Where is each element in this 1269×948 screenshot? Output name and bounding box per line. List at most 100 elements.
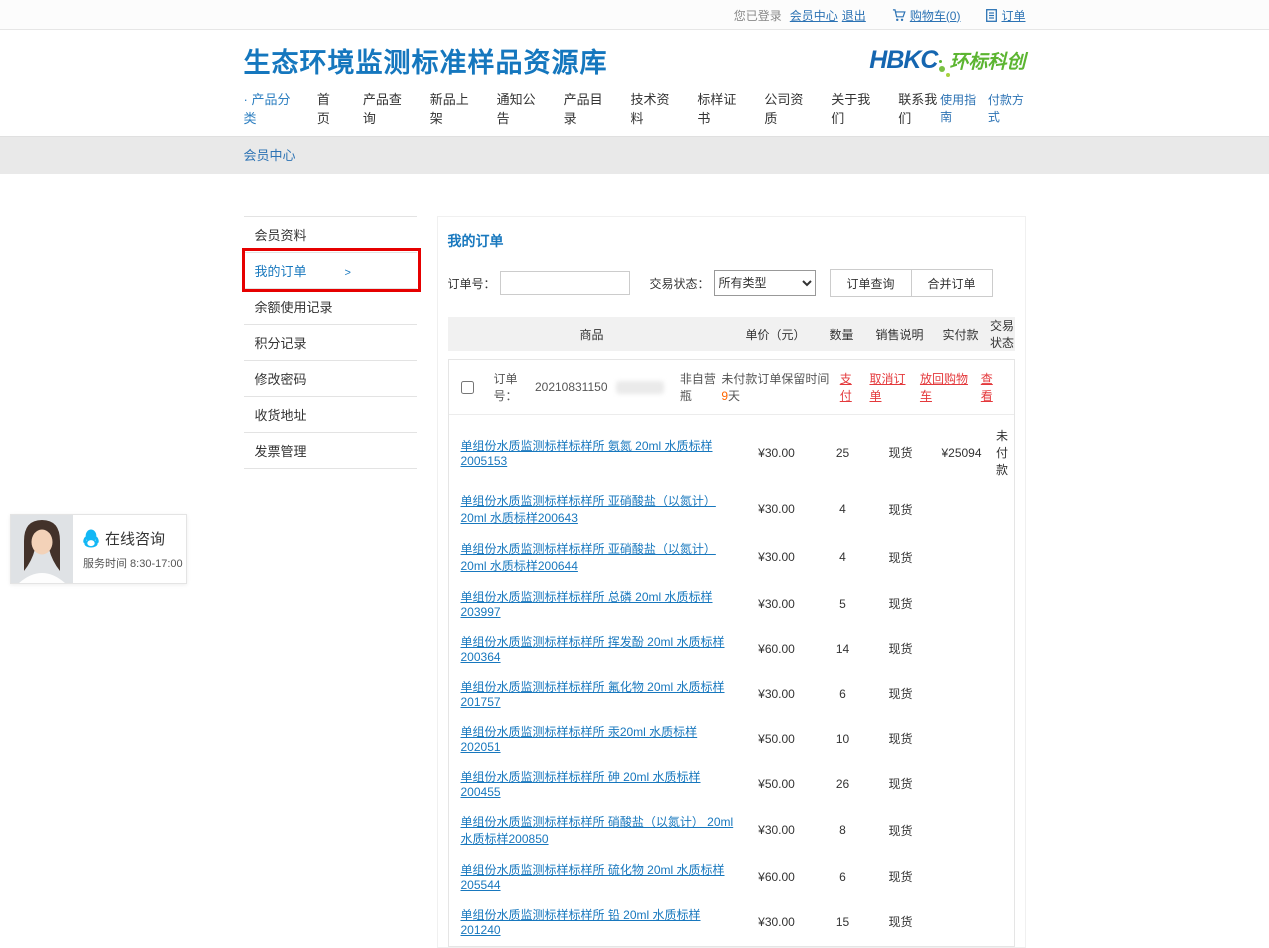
qq-penguin-icon xyxy=(83,529,99,548)
quantity-cell: 6 xyxy=(817,687,869,701)
quantity-cell: 10 xyxy=(817,732,869,746)
sale-note-cell: 现货 xyxy=(869,868,933,885)
unit-price-cell: ¥30.00 xyxy=(737,446,817,460)
col-header-unit-price: 单价（元） xyxy=(736,326,816,343)
product-link[interactable]: 单组份水质监测标样标样所 硝酸盐（以氮计） 20ml 水质标样200850 xyxy=(461,815,734,846)
logout-link[interactable]: 退出 xyxy=(842,7,866,24)
nav-item-technical-docs[interactable]: 技术资料 xyxy=(631,89,673,127)
quantity-cell: 8 xyxy=(817,823,869,837)
nav-link-user-guide[interactable]: 使用指南 xyxy=(940,91,978,125)
unit-price-cell: ¥50.00 xyxy=(737,732,817,746)
product-link[interactable]: 单组份水质监测标样标样所 挥发酚 20ml 水质标样200364 xyxy=(461,635,725,664)
brand-logo: HBKC 环标科创 xyxy=(869,46,1025,75)
nav-item-product-search[interactable]: 产品查询 xyxy=(363,89,405,127)
merge-orders-button[interactable]: 合并订单 xyxy=(911,269,993,297)
sidebar-item-member-profile[interactable]: 会员资料 xyxy=(244,217,417,253)
sidebar-item-change-password[interactable]: 修改密码 xyxy=(244,361,417,397)
order-no-label: 订单号： xyxy=(448,275,496,292)
sale-note-cell: 现货 xyxy=(869,549,933,566)
col-header-sale-note: 销售说明 xyxy=(868,326,932,343)
order-header-row: 订单号： 20210831150 非自营瓶 未付款订单保留时间9天 支付 取消订… xyxy=(449,360,1014,415)
unit-price-cell: ¥30.00 xyxy=(737,823,817,837)
pay-link[interactable]: 支付 xyxy=(840,370,861,404)
online-consult-widget[interactable]: 在线咨询 服务时间 8:30-17:00 xyxy=(10,514,187,584)
logged-in-text: 您已登录 xyxy=(734,7,782,24)
sale-note-cell: 现货 xyxy=(869,595,933,612)
order-items-list: 单组份水质监测标样标样所 氨氮 20ml 水质标样2005153 ¥30.00 … xyxy=(449,415,1014,946)
order-checkbox[interactable] xyxy=(461,381,474,394)
consult-label: 在线咨询 xyxy=(105,528,165,549)
page-title: 我的订单 xyxy=(448,231,1015,251)
order-item-row: 单组份水质监测标样标样所 挥发酚 20ml 水质标样200364 ¥60.00 … xyxy=(449,626,1014,671)
sidebar-item-shipping-address[interactable]: 收货地址 xyxy=(244,397,417,433)
topbar: 您已登录 会员中心退出 购物车(0) 订单 xyxy=(0,0,1269,30)
product-link[interactable]: 单组份水质监测标样标样所 亚硝酸盐（以氮计） 20ml 水质标样200644 xyxy=(461,542,716,573)
view-order-link[interactable]: 查看 xyxy=(981,370,1002,404)
nav-item-product-category[interactable]: · 产品分类 xyxy=(244,89,292,127)
sidebar-item-points-records[interactable]: 积分记录 xyxy=(244,325,417,361)
unit-price-cell: ¥30.00 xyxy=(737,502,817,516)
nav-link-payment-methods[interactable]: 付款方式 xyxy=(988,91,1026,125)
product-link[interactable]: 单组份水质监测标样标样所 砷 20ml 水质标样200455 xyxy=(461,770,701,799)
order-icon xyxy=(986,9,997,22)
nav-item-home[interactable]: 首页 xyxy=(317,89,338,127)
nav-item-certificates[interactable]: 标样证书 xyxy=(697,89,739,127)
order-number-label: 订单号： xyxy=(494,370,535,404)
nav-item-about-us[interactable]: 关于我们 xyxy=(831,89,873,127)
trade-status-cell: 未付款 xyxy=(991,427,1014,478)
paid-amount-cell: ¥25094 xyxy=(933,446,991,460)
breadcrumb-band: 会员中心 xyxy=(0,136,1269,174)
agent-avatar xyxy=(11,515,73,583)
quantity-cell: 26 xyxy=(817,777,869,791)
product-link[interactable]: 单组份水质监测标样标样所 氟化物 20ml 水质标样201757 xyxy=(461,680,725,709)
unit-price-cell: ¥60.00 xyxy=(737,642,817,656)
chevron-right-icon: > xyxy=(345,267,351,279)
unit-price-cell: ¥60.00 xyxy=(737,870,817,884)
sidebar-item-invoice-management[interactable]: 发票管理 xyxy=(244,433,417,469)
product-link[interactable]: 单组份水质监测标样标样所 硫化物 20ml 水质标样205544 xyxy=(461,863,725,892)
nav-item-company-qualifications[interactable]: 公司资质 xyxy=(764,89,806,127)
order-no-input[interactable] xyxy=(500,271,630,295)
product-link[interactable]: 单组份水质监测标样标样所 铅 20ml 水质标样201240 xyxy=(461,908,701,937)
sale-note-cell: 现货 xyxy=(869,822,933,839)
product-link[interactable]: 单组份水质监测标样标样所 总磷 20ml 水质标样203997 xyxy=(461,590,713,619)
order-query-button[interactable]: 订单查询 xyxy=(830,269,912,297)
quantity-cell: 14 xyxy=(817,642,869,656)
nav-item-new-arrivals[interactable]: 新品上架 xyxy=(430,89,472,127)
col-header-paid-amount: 实付款 xyxy=(932,326,990,343)
brand-hbkc-text: HBKC xyxy=(869,46,937,75)
nav-item-product-catalog[interactable]: 产品目录 xyxy=(564,89,606,127)
order-item-row: 单组份水质监测标样标样所 亚硝酸盐（以氮计） 20ml 水质标样200644 ¥… xyxy=(449,533,1014,581)
quantity-cell: 4 xyxy=(817,502,869,516)
trade-status-label: 交易状态： xyxy=(650,275,710,292)
order-item-row: 单组份水质监测标样标样所 总磷 20ml 水质标样203997 ¥30.00 5… xyxy=(449,581,1014,626)
order-item-row: 单组份水质监测标样标样所 砷 20ml 水质标样200455 ¥50.00 26… xyxy=(449,761,1014,806)
order-item-row: 单组份水质监测标样标样所 氟化物 20ml 水质标样201757 ¥30.00 … xyxy=(449,671,1014,716)
redacted-order-digits xyxy=(616,381,664,394)
order-item-row: 单组份水质监测标样标样所 氨氮 20ml 水质标样2005153 ¥30.00 … xyxy=(449,420,1014,485)
nav-item-announcements[interactable]: 通知公告 xyxy=(497,89,539,127)
trade-status-select[interactable]: 所有类型 xyxy=(714,270,816,296)
member-center-link[interactable]: 会员中心 xyxy=(790,7,838,24)
site-logo[interactable]: 生态环境监测标准样品资源库 xyxy=(244,41,608,80)
product-link[interactable]: 单组份水质监测标样标样所 亚硝酸盐（以氮计） 20ml 水质标样200643 xyxy=(461,494,716,525)
cancel-order-link[interactable]: 取消订单 xyxy=(869,370,910,404)
sidebar-item-my-orders[interactable]: 我的订单> xyxy=(244,253,417,289)
sidebar-item-balance-records[interactable]: 余额使用记录 xyxy=(244,289,417,325)
orders-table-header: 商品 单价（元） 数量 销售说明 实付款 交易状态 xyxy=(448,317,1015,351)
unit-price-cell: ¥30.00 xyxy=(737,597,817,611)
cart-link[interactable]: 购物车(0) xyxy=(892,7,961,24)
nav-item-contact-us[interactable]: 联系我们 xyxy=(898,89,940,127)
breadcrumb[interactable]: 会员中心 xyxy=(244,148,296,163)
product-link[interactable]: 单组份水质监测标样标样所 氨氮 20ml 水质标样2005153 xyxy=(461,439,713,468)
orders-panel: 我的订单 订单号： 交易状态： 所有类型 订单查询 合并订单 商品 单价（元） … xyxy=(437,216,1026,948)
orders-link[interactable]: 订单 xyxy=(986,7,1025,24)
site-header: 生态环境监测标准样品资源库 HBKC 环标科创 · 产品分类 首页 产品查询 新… xyxy=(0,30,1269,136)
order-warehouse-tag: 非自营瓶 xyxy=(680,370,721,404)
return-to-cart-link[interactable]: 放回购物车 xyxy=(920,370,972,404)
sale-note-cell: 现货 xyxy=(869,913,933,930)
order-search-bar: 订单号： 交易状态： 所有类型 订单查询 合并订单 xyxy=(448,269,1015,297)
unit-price-cell: ¥30.00 xyxy=(737,687,817,701)
product-link[interactable]: 单组份水质监测标样标样所 汞20ml 水质标样202051 xyxy=(461,725,698,754)
quantity-cell: 4 xyxy=(817,550,869,564)
